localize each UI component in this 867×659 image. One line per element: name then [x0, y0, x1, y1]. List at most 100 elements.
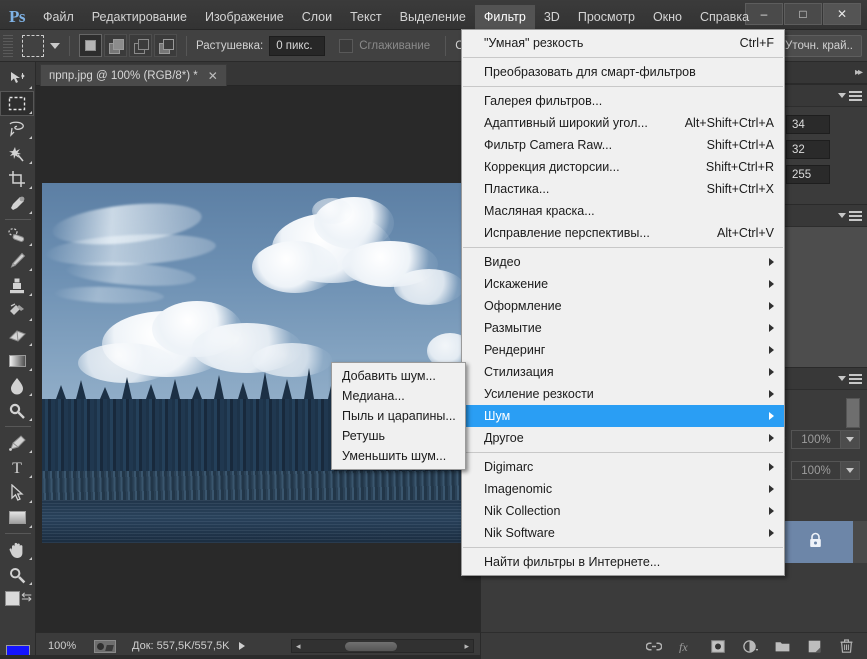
layer-mask-icon[interactable]	[710, 638, 726, 654]
document-horizontal-scrollbar[interactable]: ◂ ▸	[291, 639, 474, 653]
crop-tool[interactable]	[0, 166, 34, 191]
close-icon[interactable]: ✕	[208, 69, 218, 83]
add-to-selection-button[interactable]	[104, 34, 127, 57]
noise-submenu[interactable]: Добавить шум... Медиана... Пыль и царапи…	[331, 362, 466, 470]
menu-layers[interactable]: Слои	[293, 5, 341, 30]
healing-brush-tool[interactable]	[0, 223, 34, 248]
type-tool[interactable]: T	[0, 455, 34, 480]
submenu-item-median[interactable]: Медиана...	[332, 386, 465, 406]
filter-dropdown-menu[interactable]: "Умная" резкость Ctrl+F Преобразовать дл…	[461, 29, 785, 576]
history-brush-tool[interactable]	[0, 298, 34, 323]
panel-menu-icon[interactable]	[838, 91, 862, 101]
menu-item-sharpen[interactable]: Усиление резкости	[462, 383, 784, 405]
menu-window[interactable]: Окно	[644, 5, 691, 30]
pen-tool[interactable]	[0, 430, 34, 455]
new-group-icon[interactable]	[774, 638, 790, 654]
submenu-item-add-noise[interactable]: Добавить шум...	[332, 366, 465, 386]
opacity-value[interactable]: 100%	[791, 430, 841, 449]
subtract-from-selection-button[interactable]	[129, 34, 152, 57]
document-tab[interactable]: прпр.jpg @ 100% (RGB/8*) * ✕	[40, 64, 227, 86]
menu-item-camera-raw-filter[interactable]: Фильтр Camera Raw... Shift+Ctrl+A	[462, 134, 784, 156]
fill-chevron-down-icon[interactable]	[841, 461, 860, 480]
menu-item-vanishing-point[interactable]: Исправление перспективы... Alt+Ctrl+V	[462, 222, 784, 244]
color-channel-b[interactable]: 255	[786, 165, 830, 184]
panel-menu-icon[interactable]	[838, 211, 862, 221]
menu-item-nik-software[interactable]: Nik Software	[462, 522, 784, 544]
new-layer-icon[interactable]	[806, 638, 822, 654]
swap-colors-icon[interactable]: ⇆	[21, 589, 32, 605]
active-tool-icon[interactable]	[22, 35, 44, 57]
antialias-checkbox[interactable]	[339, 39, 353, 53]
menu-file[interactable]: Файл	[34, 5, 83, 30]
maximize-button[interactable]: □	[784, 3, 822, 25]
link-layers-icon[interactable]	[646, 638, 662, 654]
hand-tool[interactable]	[0, 537, 34, 562]
rectangular-marquee-tool[interactable]	[0, 91, 34, 116]
path-selection-tool[interactable]	[0, 480, 34, 505]
menu-item-liquify[interactable]: Пластика... Shift+Ctrl+X	[462, 178, 784, 200]
eraser-tool[interactable]	[0, 323, 34, 348]
dodge-tool[interactable]	[0, 398, 34, 423]
intersect-selection-button[interactable]	[154, 34, 177, 57]
scroll-right-icon[interactable]: ▸	[460, 641, 473, 652]
foreground-color-swatch[interactable]	[5, 591, 20, 606]
shape-tool[interactable]	[0, 505, 34, 530]
collapse-panels-icon[interactable]: ▸▸	[855, 67, 861, 78]
brush-tool[interactable]	[0, 248, 34, 273]
menu-item-oil-paint[interactable]: Масляная краска...	[462, 200, 784, 222]
menu-item-convert-for-smart-filters[interactable]: Преобразовать для смарт-фильтров	[462, 61, 784, 83]
refine-edge-button[interactable]: Уточн. край..	[776, 35, 862, 57]
submenu-item-despeckle[interactable]: Ретушь	[332, 426, 465, 446]
menu-item-nik-collection[interactable]: Nik Collection	[462, 500, 784, 522]
tool-preset-chevron-down-icon[interactable]	[50, 43, 60, 49]
status-menu-arrow-icon[interactable]	[239, 642, 245, 650]
opacity-chevron-down-icon[interactable]	[841, 430, 860, 449]
blur-tool[interactable]	[0, 373, 34, 398]
new-selection-button[interactable]	[79, 34, 102, 57]
color-channel-r[interactable]: 34	[786, 115, 830, 134]
lasso-tool[interactable]	[0, 116, 34, 141]
menu-item-browse-filters-online[interactable]: Найти фильтры в Интернете...	[462, 551, 784, 573]
layer-style-fx-icon[interactable]: fx	[678, 638, 694, 654]
delete-layer-icon[interactable]	[838, 638, 854, 654]
menu-filter[interactable]: Фильтр	[475, 5, 535, 30]
menu-item-lens-correction[interactable]: Коррекция дисторсии... Shift+Ctrl+R	[462, 156, 784, 178]
menu-item-imagenomic[interactable]: Imagenomic	[462, 478, 784, 500]
scrollbar-thumb[interactable]	[345, 642, 397, 651]
clone-stamp-tool[interactable]	[0, 273, 34, 298]
options-bar-grip[interactable]	[3, 35, 13, 57]
panel-menu-icon[interactable]	[838, 374, 862, 384]
menu-view[interactable]: Просмотр	[569, 5, 644, 30]
layer-row-background[interactable]	[777, 521, 853, 563]
menu-item-video[interactable]: Видео	[462, 251, 784, 273]
menu-item-smart-sharpen[interactable]: "Умная" резкость Ctrl+F	[462, 32, 784, 54]
blend-mode-scroll[interactable]	[846, 398, 860, 428]
document-canvas-area[interactable]	[36, 86, 480, 632]
zoom-level[interactable]: 100%	[48, 640, 90, 652]
scroll-left-icon[interactable]: ◂	[292, 641, 305, 652]
menu-item-distort[interactable]: Искажение	[462, 273, 784, 295]
menu-edit[interactable]: Редактирование	[83, 5, 196, 30]
menu-item-blur[interactable]: Размытие	[462, 317, 784, 339]
fill-value[interactable]: 100%	[791, 461, 841, 480]
eyedropper-tool[interactable]	[0, 191, 34, 216]
menu-item-pixelate[interactable]: Оформление	[462, 295, 784, 317]
menu-item-noise[interactable]: Шум	[462, 405, 784, 427]
adjustment-layer-icon[interactable]	[742, 638, 758, 654]
menu-item-filter-gallery[interactable]: Галерея фильтров...	[462, 90, 784, 112]
close-button[interactable]: ✕	[823, 3, 861, 25]
menu-image[interactable]: Изображение	[196, 5, 293, 30]
menu-select[interactable]: Выделение	[391, 5, 475, 30]
move-tool[interactable]	[0, 66, 34, 91]
menu-item-stylize[interactable]: Стилизация	[462, 361, 784, 383]
zoom-tool[interactable]	[0, 562, 34, 587]
feather-input[interactable]: 0 пикс.	[269, 36, 325, 56]
color-channel-g[interactable]: 32	[786, 140, 830, 159]
gradient-tool[interactable]	[0, 348, 34, 373]
submenu-item-reduce-noise[interactable]: Уменьшить шум...	[332, 446, 465, 466]
menu-item-adaptive-wide-angle[interactable]: Адаптивный широкий угол... Alt+Shift+Ctr…	[462, 112, 784, 134]
menu-item-other[interactable]: Другое	[462, 427, 784, 449]
submenu-item-dust-and-scratches[interactable]: Пыль и царапины...	[332, 406, 465, 426]
magic-wand-tool[interactable]	[0, 141, 34, 166]
menu-item-render[interactable]: Рендеринг	[462, 339, 784, 361]
